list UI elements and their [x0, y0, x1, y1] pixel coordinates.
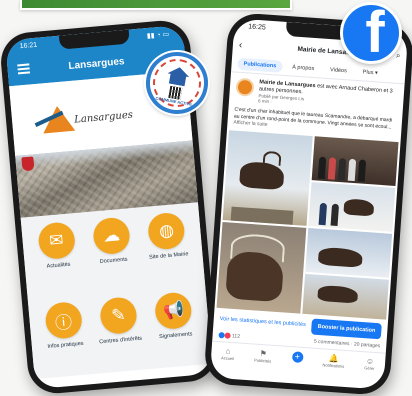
tab-publications[interactable]: Publications: [237, 57, 283, 73]
tile-label: Site de la Mairie: [148, 251, 189, 261]
facebook-f-glyph: f: [365, 2, 385, 64]
megaphone-icon: 📢: [154, 291, 194, 331]
post-photo-grid: [215, 129, 401, 320]
photo-bull-statue[interactable]: [222, 129, 313, 226]
tile-label: Documents: [99, 256, 128, 265]
tile-centres-interets[interactable]: ✎ Centres d'intérêts: [89, 295, 151, 374]
avatar[interactable]: [235, 77, 255, 97]
logo-text: Lansargues: [73, 109, 134, 126]
nav-label: Gérer: [364, 365, 375, 371]
facebook-screen: 16:25 ▮▮ ▭ ‹ Mairie de Lansa... ⌕ Public…: [209, 18, 409, 390]
tile-site-mairie[interactable]: ◍ Site de la Mairie: [138, 211, 200, 290]
tile-label: Signalements: [158, 331, 193, 341]
status-time: 16:25: [247, 23, 266, 32]
tab-plus[interactable]: Plus ▾: [356, 66, 384, 80]
nav-label: Accueil: [220, 355, 235, 361]
photo-statue-side[interactable]: [305, 227, 393, 278]
plus-icon: +: [291, 351, 304, 363]
boost-button[interactable]: Booster la publication: [311, 318, 382, 339]
bull-shape: [317, 246, 363, 268]
nav-publicites[interactable]: ⚑ Publicités: [254, 348, 272, 364]
search-icon[interactable]: ⌕: [396, 51, 401, 61]
stats-link[interactable]: Voir les statistiques et les publicités: [219, 316, 308, 329]
bull-shape: [317, 284, 359, 304]
tile-label: Centres d'intérêts: [99, 335, 143, 346]
see-more-link[interactable]: Afficher la suite: [233, 120, 267, 128]
nav-accueil[interactable]: ⌂ Accueil: [221, 346, 235, 361]
photo-ceremony-group[interactable]: [311, 135, 399, 186]
bull-shape: [343, 197, 375, 217]
person-shape: [337, 157, 347, 180]
nav-gerer[interactable]: ☺ Gérer: [364, 356, 375, 371]
person-shape: [347, 158, 357, 181]
shares-count[interactable]: 20 partages: [354, 341, 381, 349]
nav-label: Notifications: [322, 362, 345, 369]
megaphone-news-icon: ✉: [36, 221, 76, 261]
nav-create[interactable]: +: [291, 351, 304, 366]
app-menu-grid: ✉ Actualités ☁ Documents ◍ Site de la Ma…: [20, 202, 213, 380]
tile-documents[interactable]: ☁ Documents: [82, 216, 144, 295]
tile-signalements[interactable]: 📢 Signalements: [144, 290, 206, 369]
home-icon: ⌂: [225, 346, 231, 356]
town-crest-icon: [21, 156, 35, 172]
tile-actualites[interactable]: ✉ Actualités: [27, 220, 89, 299]
tile-label: Actualités: [46, 261, 71, 270]
person-shape: [317, 156, 327, 179]
photo-officials[interactable]: [308, 181, 396, 232]
reactions[interactable]: 112: [218, 331, 241, 340]
promo-composite: 16:21 ▮▮ ◔ ▭ Lansargues Lansargues ✉ Act…: [0, 0, 412, 396]
reactions-count: 112: [231, 332, 241, 340]
tile-infos-pratiques[interactable]: ⓘ Infos pratiques: [34, 300, 96, 379]
hamburger-menu-icon[interactable]: [17, 63, 31, 75]
photo-bull-head[interactable]: [216, 221, 307, 314]
pedestal: [230, 206, 294, 225]
facebook-logo-icon: f: [340, 2, 402, 64]
phone-facebook: 16:25 ▮▮ ▭ ‹ Mairie de Lansa... ⌕ Public…: [203, 11, 412, 396]
love-icon: [224, 331, 231, 339]
nav-notifications[interactable]: 🔔 Notifications: [322, 353, 345, 369]
flag-icon: ⚑: [259, 348, 268, 359]
person-shape: [357, 158, 367, 182]
tab-a-propos[interactable]: À propos: [286, 61, 321, 75]
cloud-documents-icon: ☁: [92, 216, 132, 256]
back-arrow-icon[interactable]: ‹: [239, 39, 254, 51]
comments-count[interactable]: 5 commentaires: [314, 338, 350, 346]
tab-videos[interactable]: Vidéos: [324, 63, 353, 77]
clipboard-icon: ✎: [98, 296, 138, 336]
horn-shape: [262, 150, 282, 166]
info-icon: ⓘ: [43, 300, 83, 340]
globe-icon: ◍: [147, 211, 187, 251]
green-banner: [20, 0, 292, 10]
photo-statue-roundabout[interactable]: [302, 273, 389, 320]
nav-label: Publicités: [254, 357, 272, 364]
person-shape: [327, 156, 337, 180]
horn-shape: [230, 232, 286, 262]
person-shape: [330, 203, 340, 226]
tile-label: Infos pratiques: [47, 340, 84, 350]
person-shape: [318, 202, 328, 225]
